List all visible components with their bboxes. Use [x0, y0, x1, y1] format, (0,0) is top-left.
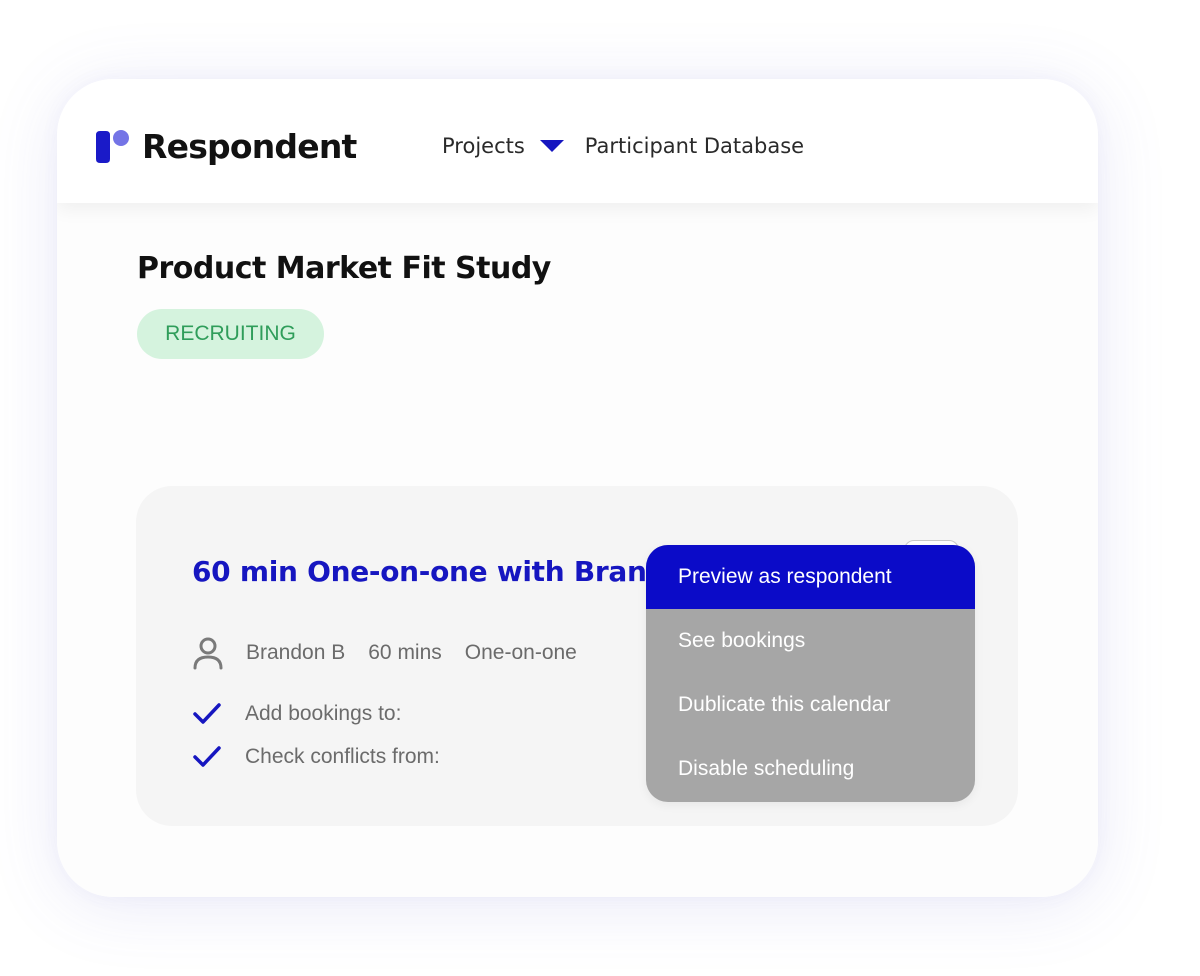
status-badge: RECRUITING [137, 309, 324, 359]
main-nav: Projects Participant Database [442, 131, 804, 161]
host-name: Brandon B [246, 641, 346, 664]
duration: 60 mins [368, 641, 442, 664]
checkmark-icon [193, 703, 221, 724]
checkmark-icon [193, 746, 221, 767]
calendar-meta: Brandon B 60 mins One-on-one [192, 636, 600, 670]
page-title: Product Market Fit Study [137, 251, 551, 286]
check-label: Check conflicts from: [245, 745, 440, 768]
nav-projects[interactable]: Projects [442, 131, 565, 161]
meeting-type: One-on-one [464, 641, 577, 664]
nav-participant-database-label: Participant Database [584, 134, 805, 158]
menu-item-disable-scheduling[interactable]: Disable scheduling [646, 737, 975, 801]
check-label: Add bookings to: [245, 702, 402, 725]
check-row-check-conflicts: Check conflicts from: [192, 742, 440, 772]
person-icon [193, 637, 223, 670]
brand-name: Respondent [142, 127, 357, 166]
logo[interactable]: Respondent [94, 129, 357, 165]
app-window: Respondent Projects Participant Database… [57, 79, 1098, 897]
calendar-title[interactable]: 60 min One-on-one with Brandon [192, 554, 705, 590]
caret-down-icon [539, 140, 564, 152]
respondent-logo-icon [96, 130, 129, 163]
menu-item-preview-as-respondent[interactable]: Preview as respondent [646, 545, 975, 609]
nav-projects-label: Projects [442, 134, 525, 158]
stage: Respondent Projects Participant Database… [0, 0, 1200, 976]
calendar-options-menu: Preview as respondent See bookings Dubli… [646, 545, 975, 802]
top-navigation-bar: Respondent Projects Participant Database [57, 79, 1098, 203]
menu-item-see-bookings[interactable]: See bookings [646, 609, 975, 673]
nav-participant-database[interactable]: Participant Database [585, 131, 804, 161]
check-row-add-bookings: Add bookings to: [192, 699, 401, 729]
menu-item-duplicate-calendar[interactable]: Dublicate this calendar [646, 673, 975, 737]
